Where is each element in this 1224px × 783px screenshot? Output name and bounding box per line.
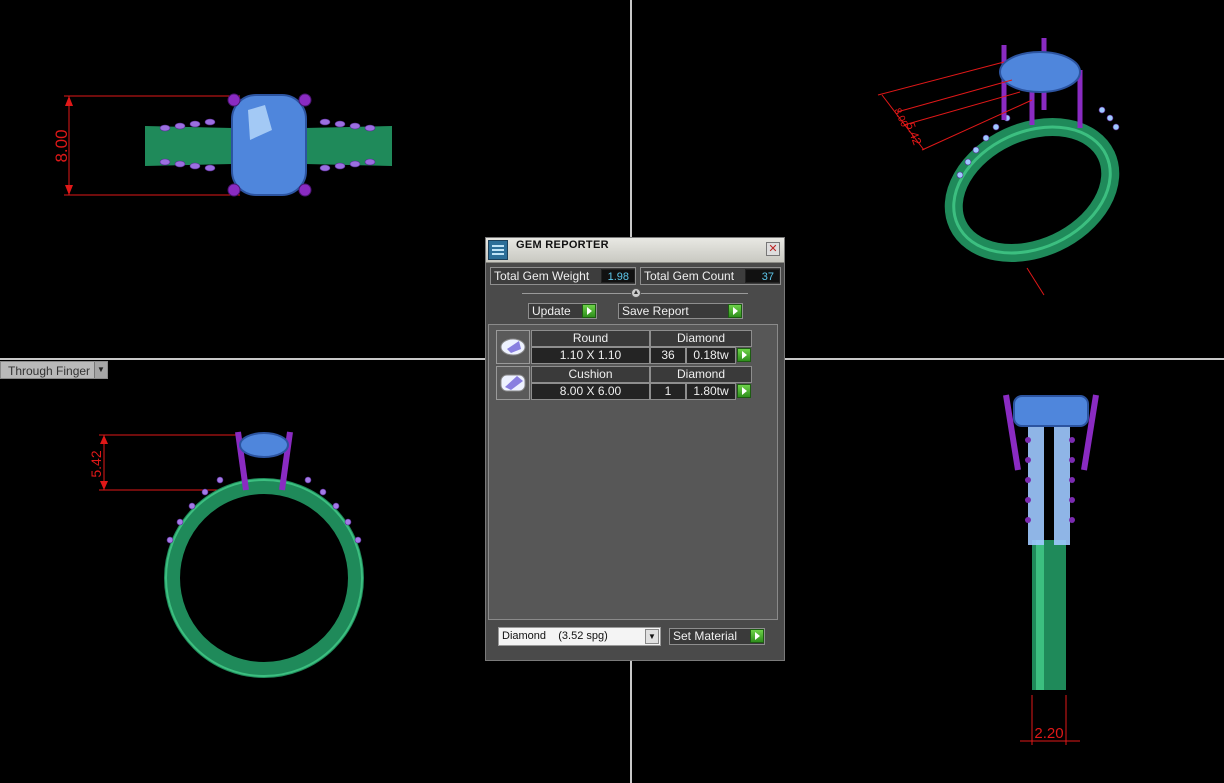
round-gem-icon (496, 330, 530, 364)
view-mode-dropdown[interactable]: Through Finger ▼ (0, 361, 108, 379)
dimension-side-label: 2.20 (1034, 725, 1063, 742)
gem-count: 1 (650, 383, 686, 400)
set-material-button[interactable]: Set Material (669, 628, 765, 645)
chevron-down-icon[interactable]: ▼ (94, 362, 107, 378)
gem-row-go-button[interactable] (737, 348, 751, 362)
save-report-button[interactable]: Save Report (618, 303, 743, 319)
save-report-label: Save Report (622, 304, 689, 318)
dimension-perspective-b: 5.42 (903, 120, 924, 147)
dialog-footer: Diamond (3.52 spg) ▼ Set Material (486, 622, 784, 660)
total-gem-count: Total Gem Count 37 (640, 267, 781, 285)
close-icon: ✕ (768, 243, 778, 255)
chevron-down-icon[interactable]: ▼ (645, 629, 659, 644)
dialog-titlebar[interactable]: GEM REPORTER ✕ (486, 238, 784, 263)
dimension-front-label: 5.42 (88, 450, 104, 477)
gem-count: 36 (650, 347, 686, 364)
gem-size: 1.10 X 1.10 (531, 347, 650, 364)
update-label: Update (532, 304, 571, 318)
gem-row[interactable]: Cushion Diamond 8.00 X 6.00 1 1.80tw (496, 366, 752, 400)
gem-size: 8.00 X 6.00 (531, 383, 650, 400)
play-arrow-icon (728, 304, 742, 318)
play-arrow-icon (750, 629, 764, 643)
gem-list-panel: Round Diamond 1.10 X 1.10 36 0.18tw Cush… (488, 324, 778, 620)
gem-weight: 1.80tw (686, 383, 736, 400)
collapse-toggle[interactable] (631, 288, 641, 298)
gem-weight: 0.18tw (686, 347, 736, 364)
set-material-label: Set Material (673, 629, 738, 643)
gem-shape: Cushion (531, 366, 650, 383)
dialog-title: GEM REPORTER (516, 239, 609, 251)
close-button[interactable]: ✕ (766, 242, 780, 256)
gem-row-go-button[interactable] (737, 384, 751, 398)
total-gem-weight: Total Gem Weight 1.98 (490, 267, 636, 285)
view-mode-label: Through Finger (8, 364, 91, 378)
gem-shape: Round (531, 330, 650, 347)
gem-row[interactable]: Round Diamond 1.10 X 1.10 36 0.18tw (496, 330, 752, 364)
cushion-gem-icon (496, 366, 530, 400)
material-select[interactable]: Diamond (3.52 spg) ▼ (498, 627, 661, 646)
dimension-top-label: 8.00 (52, 129, 71, 162)
material-select-value: Diamond (3.52 spg) (502, 630, 608, 642)
play-arrow-icon (582, 304, 596, 318)
total-gem-weight-value: 1.98 (601, 269, 635, 283)
gem-material: Diamond (650, 366, 752, 383)
update-button[interactable]: Update (528, 303, 597, 319)
total-gem-weight-label: Total Gem Weight (494, 269, 590, 283)
gem-reporter-icon (488, 240, 508, 260)
gem-reporter-dialog: GEM REPORTER ✕ Total Gem Weight 1.98 Tot… (485, 237, 785, 661)
gem-material: Diamond (650, 330, 752, 347)
total-gem-count-label: Total Gem Count (644, 269, 735, 283)
total-gem-count-value: 37 (745, 269, 780, 283)
